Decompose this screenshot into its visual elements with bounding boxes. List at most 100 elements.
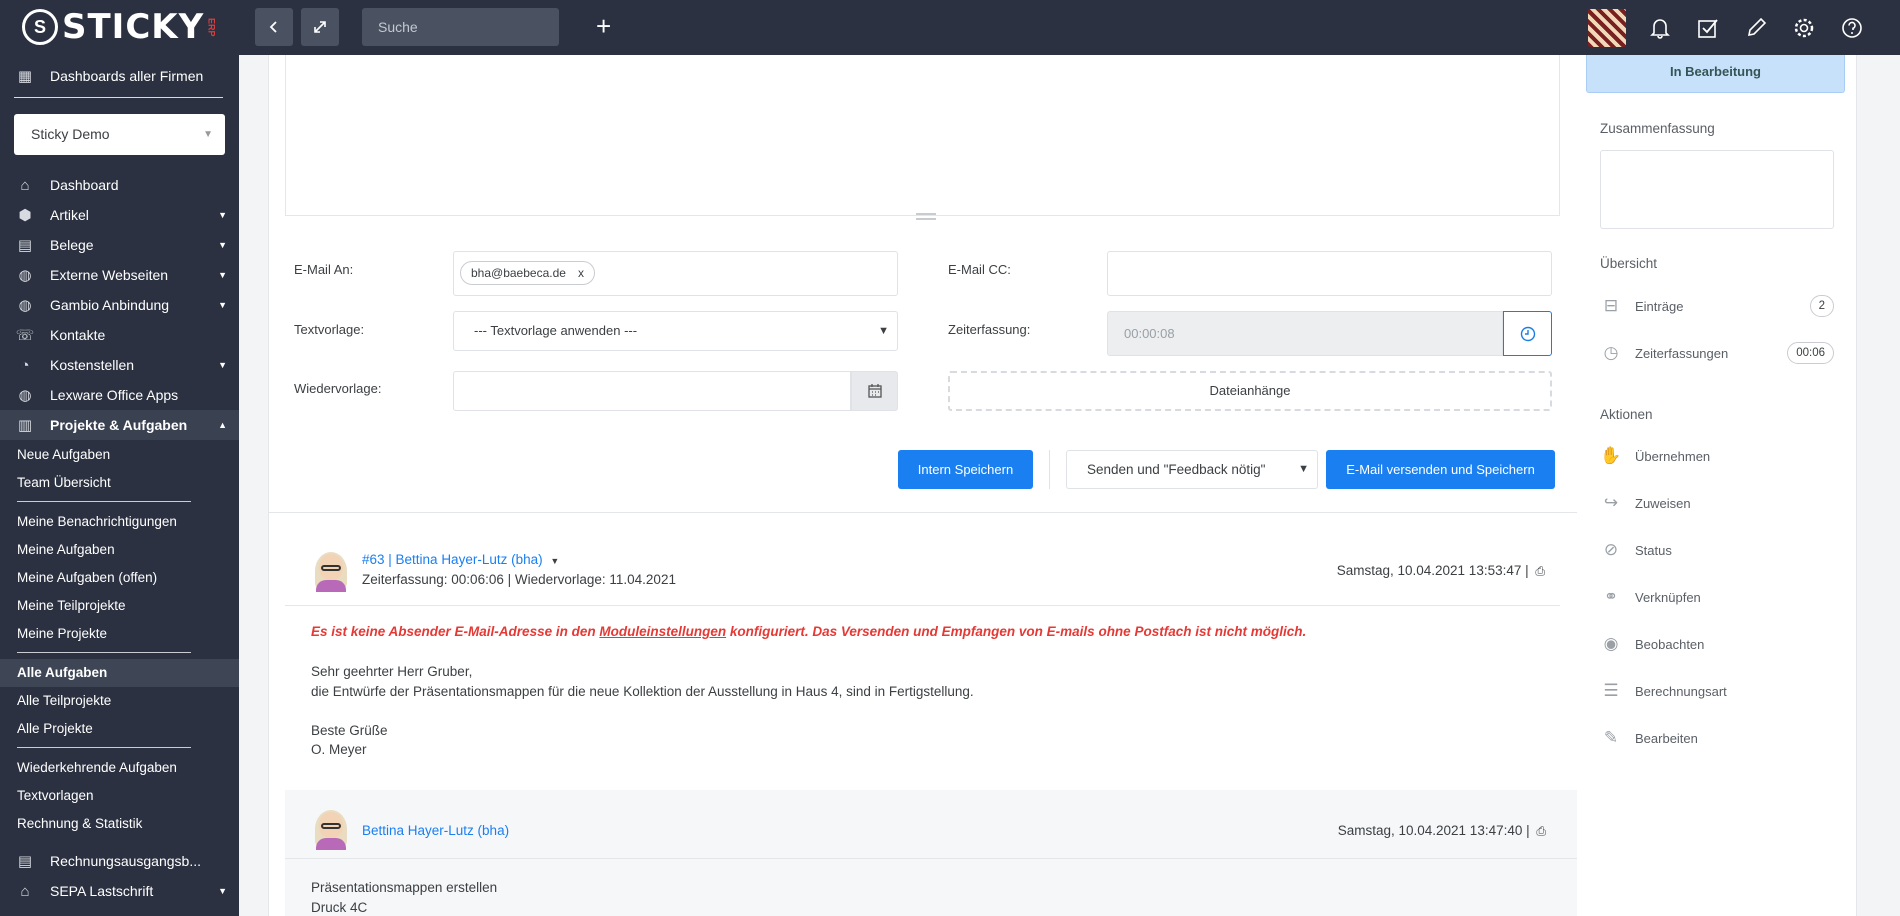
chevron-left-icon (269, 21, 277, 33)
logo[interactable]: S STICKY ERP (22, 7, 216, 47)
sidebar-item-artikel[interactable]: ⬢ Artikel ▼ (0, 200, 239, 230)
expand-icon (314, 21, 326, 33)
time-tracking-field[interactable]: 00:00:08 (1107, 311, 1503, 356)
sidebar-item-label: Artikel (50, 207, 89, 223)
submenu-meine-teilprojekte[interactable]: Meine Teilprojekte (0, 592, 239, 620)
tasks-button[interactable] (1684, 0, 1732, 55)
count-badge: 2 (1809, 295, 1834, 317)
back-button[interactable] (255, 8, 293, 46)
divider (1049, 450, 1050, 489)
submenu-alle-projekte[interactable]: Alle Projekte (0, 715, 239, 743)
entry-header: #63 | Bettina Hayer-Lutz (bha) ▼ (362, 552, 559, 567)
submenu-meine-benachrichtigungen[interactable]: Meine Benachrichtigungen (0, 508, 239, 536)
search-input[interactable]: Suche (362, 8, 559, 46)
submenu-meine-aufgaben-offen[interactable]: Meine Aufgaben (offen) (0, 564, 239, 592)
submenu-meine-projekte[interactable]: Meine Projekte (0, 620, 239, 648)
email-cc-field[interactable] (1107, 251, 1552, 296)
action-zuweisen[interactable]: ↪ Zuweisen (1600, 489, 1834, 517)
summary-textarea[interactable] (1600, 150, 1834, 229)
entry-date-text: Samstag, 10.04.2021 13:47:40 | (1337, 823, 1530, 838)
action-uebernehmen[interactable]: ✋ Übernehmen (1600, 442, 1834, 470)
time-label: Zeiterfassung: (948, 322, 1031, 337)
sidebar-item-label: SEPA Lastschrift (50, 883, 154, 899)
action-label: Bearbeiten (1635, 730, 1698, 746)
sidebar-item-dashboard[interactable]: ⌂ Dashboard (0, 170, 239, 200)
right-panel: In Bearbeitung Zusammenfassung Übersicht… (1577, 55, 1857, 916)
calendar-button[interactable] (851, 371, 898, 411)
send-email-button[interactable]: E-Mail versenden und Speichern (1326, 450, 1555, 489)
avatar (313, 810, 349, 850)
user-avatar[interactable] (1588, 8, 1626, 47)
action-beobachten[interactable]: ◉ Beobachten (1600, 630, 1834, 658)
submenu-rechnung-statistik[interactable]: Rechnung & Statistik (0, 810, 239, 838)
divider (17, 501, 191, 502)
add-button[interactable]: + (596, 12, 611, 40)
pencil-icon (1747, 17, 1767, 36)
action-berechnungsart[interactable]: ☰ Berechnungsart (1600, 677, 1834, 705)
action-label: Zuweisen (1635, 495, 1691, 511)
body-line: Druck 4C (311, 899, 368, 915)
sidebar-item-gambio[interactable]: ◍ Gambio Anbindung ▼ (0, 290, 239, 320)
action-label: Verknüpfen (1635, 589, 1701, 605)
status-badge[interactable]: In Bearbeitung (1586, 55, 1845, 93)
resize-handle[interactable] (916, 213, 936, 220)
submenu-meine-aufgaben[interactable]: Meine Aufgaben (0, 536, 239, 564)
sidebar-item-kostenstellen[interactable]: ◔ Kostenstellen ▼ (0, 350, 239, 380)
notes-button[interactable] (1732, 0, 1780, 55)
caret-down-icon[interactable]: ▼ (550, 556, 559, 566)
help-button[interactable] (1828, 0, 1876, 55)
action-verknuepfen[interactable]: ⚭ Verknüpfen (1600, 583, 1834, 611)
action-label: Status (1635, 542, 1672, 558)
template-select[interactable]: --- Textvorlage anwenden --- ▼ (453, 311, 898, 351)
body-line: Sehr geehrter Herr Gruber, (311, 664, 473, 679)
submenu-wiederkehrende-aufgaben[interactable]: Wiederkehrende Aufgaben (0, 754, 239, 782)
entry-author-link[interactable]: Bettina Hayer-Lutz (bha) (362, 823, 509, 838)
globe-icon: ◍ (18, 297, 32, 314)
sidebar-item-dashboards-all[interactable]: ▦ Dashboards aller Firmen (0, 55, 239, 97)
timer-button[interactable] (1503, 311, 1552, 356)
submenu-team-uebersicht[interactable]: Team Übersicht (0, 469, 239, 497)
submenu-alle-aufgaben[interactable]: Alle Aufgaben (0, 659, 239, 687)
submenu-textvorlagen[interactable]: Textvorlagen (0, 782, 239, 810)
expand-button[interactable] (301, 8, 339, 46)
entry-author-link[interactable]: #63 | Bettina Hayer-Lutz (bha) (362, 552, 543, 567)
company-select[interactable]: Sticky Demo ▼ (14, 114, 225, 155)
action-status[interactable]: ⊘ Status (1600, 536, 1834, 564)
attachments-dropzone[interactable]: Dateianhänge (948, 371, 1552, 411)
sidebar-submenu: Neue Aufgaben Team Übersicht Meine Benac… (0, 440, 239, 838)
sidebar-item-kontakte[interactable]: ☏ Kontakte (0, 320, 239, 350)
remove-tag-button[interactable]: x (578, 266, 584, 280)
notifications-button[interactable] (1636, 0, 1684, 55)
sidebar-item-label: Dashboards aller Firmen (50, 68, 204, 84)
sidebar-item-label: Lexware Office Apps (50, 387, 179, 403)
save-internal-button[interactable]: Intern Speichern (898, 450, 1033, 489)
sidebar-item-sepa[interactable]: ⌂ SEPA Lastschrift ▼ (0, 876, 239, 906)
sidebar-item-label: Projekte & Aufgaben (50, 417, 188, 433)
sidebar-nav: ⌂ Dashboard ⬢ Artikel ▼ ▤ Belege ▼ ◍ Externe W… (0, 170, 239, 440)
template-label: Textvorlage: (294, 322, 365, 337)
bell-icon (1650, 18, 1670, 39)
submenu-alle-teilprojekte[interactable]: Alle Teilprojekte (0, 687, 239, 715)
caret-down-icon: ▼ (218, 360, 227, 370)
sidebar-item-label: Dashboard (50, 177, 119, 193)
sidebar-item-belege[interactable]: ▤ Belege ▼ (0, 230, 239, 260)
entry-body: Sehr geehrter Herr Gruber, die Entwürfe … (311, 662, 974, 760)
hand-icon: ✋ (1600, 446, 1622, 465)
sidebar-item-projekte[interactable]: ▥ Projekte & Aufgaben ▲ (0, 410, 239, 440)
message-editor[interactable] (285, 55, 1560, 216)
send-mode-select[interactable]: Senden und "Feedback nötig" ▼ (1066, 450, 1318, 489)
sidebar-item-externe-webseiten[interactable]: ◍ Externe Webseiten ▼ (0, 260, 239, 290)
sidebar-item-lexware[interactable]: ◍ Lexware Office Apps (0, 380, 239, 410)
module-settings-link[interactable]: Moduleinstellungen (599, 624, 726, 639)
print-icon[interactable]: ⎙ (1535, 564, 1545, 578)
plus-icon: + (596, 11, 612, 41)
settings-button[interactable] (1780, 0, 1828, 55)
print-icon[interactable]: ⎙ (1536, 824, 1546, 838)
submenu-neue-aufgaben[interactable]: Neue Aufgaben (0, 441, 239, 469)
entry-meta: Zeiterfassung: 00:06:06 | Wiedervorlage:… (362, 572, 676, 587)
sidebar-item-rechnungsausgangsbuch[interactable]: ▤ Rechnungsausgangsb... (0, 846, 239, 876)
email-to-field[interactable]: bha@baebeca.de x (453, 251, 898, 296)
resubmit-date-input[interactable] (453, 371, 851, 411)
summary-title: Zusammenfassung (1600, 121, 1715, 136)
action-bearbeiten[interactable]: ✎ Bearbeiten (1600, 724, 1834, 752)
